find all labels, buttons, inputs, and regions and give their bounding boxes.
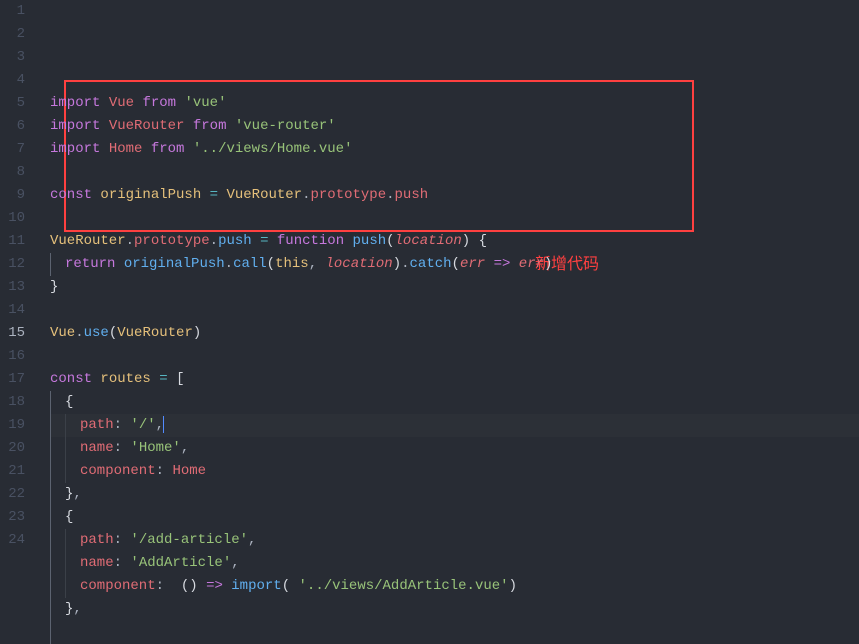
code-area[interactable]: 新增代码 import Vue from 'vue'import VueRout… [35,0,859,566]
code-line[interactable]: }, [50,598,859,621]
line-number: 17 [0,368,25,391]
line-number: 21 [0,460,25,483]
code-line[interactable]: Vue.use(VueRouter) [50,322,859,345]
code-line[interactable]: }, [50,483,859,506]
code-line[interactable]: import VueRouter from 'vue-router' [50,115,859,138]
line-number: 16 [0,345,25,368]
line-number: 8 [0,161,25,184]
line-number: 5 [0,92,25,115]
text-cursor [163,416,164,433]
line-number: 9 [0,184,25,207]
code-line[interactable] [50,161,859,184]
line-number: 11 [0,230,25,253]
line-number: 3 [0,46,25,69]
code-line[interactable]: import Home from '../views/Home.vue' [50,138,859,161]
line-number: 10 [0,207,25,230]
code-line[interactable]: const routes = [ [50,368,859,391]
line-number: 15 [0,322,25,345]
code-line[interactable]: { [50,391,859,414]
line-number: 18 [0,391,25,414]
line-number-gutter: 123456789101112131415161718192021222324 [0,0,35,566]
line-number: 7 [0,138,25,161]
code-line[interactable]: } [50,276,859,299]
line-number: 13 [0,276,25,299]
code-line[interactable]: path: '/add-article', [50,529,859,552]
code-line[interactable] [50,207,859,230]
code-line[interactable]: VueRouter.prototype.push = function push… [50,230,859,253]
code-line[interactable]: return originalPush.call(this, location)… [50,253,859,276]
line-number: 19 [0,414,25,437]
code-line[interactable] [50,621,859,644]
code-editor[interactable]: 123456789101112131415161718192021222324 … [0,0,859,566]
line-number: 22 [0,483,25,506]
code-line[interactable]: name: 'AddArticle', [50,552,859,575]
code-line[interactable]: import Vue from 'vue' [50,92,859,115]
line-number: 2 [0,23,25,46]
line-number: 20 [0,437,25,460]
line-number: 1 [0,0,25,23]
line-number: 24 [0,529,25,552]
code-line[interactable]: component: () => import( '../views/AddAr… [50,575,859,598]
line-number: 6 [0,115,25,138]
code-line[interactable]: const originalPush = VueRouter.prototype… [50,184,859,207]
line-number: 4 [0,69,25,92]
code-line[interactable]: { [50,506,859,529]
line-number: 12 [0,253,25,276]
code-line[interactable] [50,299,859,322]
code-line[interactable]: name: 'Home', [50,437,859,460]
line-number: 14 [0,299,25,322]
code-line[interactable]: component: Home [50,460,859,483]
code-line[interactable]: path: '/', [50,414,859,437]
code-line[interactable] [50,345,859,368]
line-number: 23 [0,506,25,529]
